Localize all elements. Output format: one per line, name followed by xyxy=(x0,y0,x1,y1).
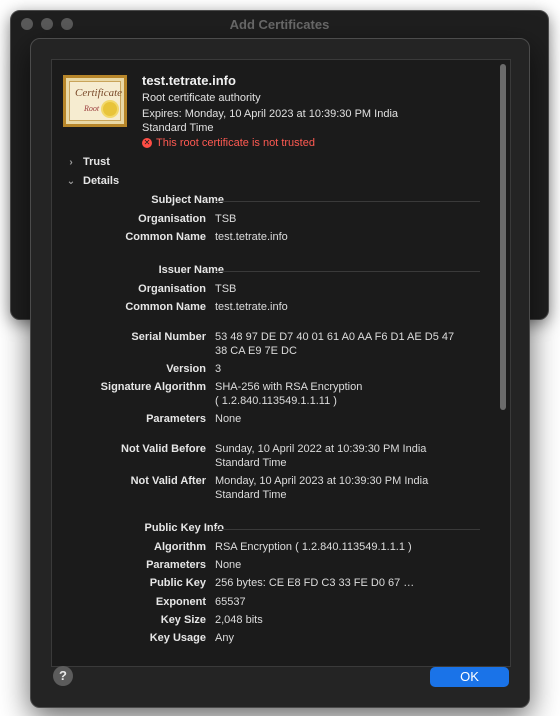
field-value: 65537 xyxy=(215,596,246,608)
certificate-icon: Certificate Root xyxy=(63,75,127,127)
field-value: 2,048 bits xyxy=(215,614,263,626)
serial-line2: 38 CA E9 7E DC xyxy=(215,345,297,357)
details-label: Details xyxy=(83,175,120,187)
chevron-down-icon: ⌄ xyxy=(66,175,76,187)
error-x-icon: ✕ xyxy=(142,138,152,148)
trust-status: ✕ This root certificate is not trusted xyxy=(142,137,315,149)
field-label: Not Valid After xyxy=(130,475,206,487)
field-value: Any xyxy=(215,632,234,644)
field-value: test.tetrate.info xyxy=(215,231,288,243)
not-before-line2: Standard Time xyxy=(215,457,287,469)
subject-name-heading: Subject Name xyxy=(151,194,224,206)
field-value: TSB xyxy=(215,213,237,225)
sigalg-line1: SHA-256 with RSA Encryption xyxy=(215,381,363,393)
field-label: Public Key xyxy=(149,577,206,589)
seal-icon xyxy=(103,102,117,116)
scrollbar-thumb[interactable] xyxy=(500,64,506,410)
field-label: Organisation xyxy=(138,213,206,225)
field-label: Common Name xyxy=(125,231,206,243)
certificate-icon-inner: Certificate Root xyxy=(69,81,123,121)
ok-button[interactable]: OK xyxy=(430,667,509,687)
certificate-details-scroll[interactable]: Certificate Root test.tetrate.info Root … xyxy=(51,59,511,667)
chevron-right-icon: › xyxy=(69,156,73,168)
field-value: TSB xyxy=(215,283,237,295)
field-value: Sunday, 10 April 2022 at 10:39:30 PM Ind… xyxy=(215,442,490,470)
divider xyxy=(215,271,480,272)
field-value: None xyxy=(215,559,242,571)
field-label: Not Valid Before xyxy=(121,443,206,455)
field-label: Parameters xyxy=(146,413,206,425)
trust-disclosure[interactable]: › Trust xyxy=(65,156,110,168)
field-label: Key Usage xyxy=(149,632,206,644)
field-value: RSA Encryption ( 1.2.840.113549.1.1.1 ) xyxy=(215,541,412,553)
field-label: Version xyxy=(166,363,206,375)
divider xyxy=(215,529,480,530)
field-value: 256 bytes: CE E8 FD C3 33 FE D0 67 … xyxy=(215,577,415,589)
certificate-icon-text: Certificate xyxy=(75,87,123,99)
certificate-expiry: Expires: Monday, 10 April 2023 at 10:39:… xyxy=(142,108,399,120)
background-titlebar: Add Certificates xyxy=(11,11,548,38)
certificate-type: Root certificate authority xyxy=(142,92,261,104)
window-title: Add Certificates xyxy=(229,17,330,32)
divider xyxy=(215,201,480,202)
trust-label: Trust xyxy=(83,156,110,168)
public-key-info-heading: Public Key Info xyxy=(144,522,224,534)
field-value: SHA-256 with RSA Encryption ( 1.2.840.11… xyxy=(215,380,490,408)
not-before-line1: Sunday, 10 April 2022 at 10:39:30 PM Ind… xyxy=(215,443,427,455)
serial-line1: 53 48 97 DE D7 40 01 61 A0 AA F6 D1 AE D… xyxy=(215,331,455,343)
field-label: Algorithm xyxy=(154,541,206,553)
field-label: Organisation xyxy=(138,283,206,295)
field-label: Exponent xyxy=(155,596,206,608)
help-button[interactable]: ? xyxy=(53,666,73,686)
details-disclosure[interactable]: ⌄ Details xyxy=(65,175,119,187)
certificate-expiry-cont: Standard Time xyxy=(142,122,214,134)
not-after-line1: Monday, 10 April 2023 at 10:39:30 PM Ind… xyxy=(215,475,429,487)
field-label: Key Size xyxy=(160,614,206,626)
certificate-icon-subtext: Root xyxy=(84,104,100,113)
field-label: Signature Algorithm xyxy=(100,381,206,393)
certificate-name: test.tetrate.info xyxy=(142,73,236,88)
scrollbar[interactable] xyxy=(500,62,508,662)
issuer-name-heading: Issuer Name xyxy=(158,264,224,276)
trust-status-text: This root certificate is not trusted xyxy=(156,137,315,149)
field-value: 3 xyxy=(215,363,222,375)
field-value: None xyxy=(215,413,242,425)
field-value: Monday, 10 April 2023 at 10:39:30 PM Ind… xyxy=(215,474,490,502)
field-label: Parameters xyxy=(146,559,206,571)
field-label: Serial Number xyxy=(131,331,206,343)
field-value: 53 48 97 DE D7 40 01 61 A0 AA F6 D1 AE D… xyxy=(215,330,490,358)
sigalg-line2: ( 1.2.840.113549.1.1.11 ) xyxy=(215,395,337,407)
field-value: test.tetrate.info xyxy=(215,301,288,313)
not-after-line2: Standard Time xyxy=(215,489,287,501)
field-label: Common Name xyxy=(125,301,206,313)
certificate-sheet: Certificate Root test.tetrate.info Root … xyxy=(30,38,530,708)
